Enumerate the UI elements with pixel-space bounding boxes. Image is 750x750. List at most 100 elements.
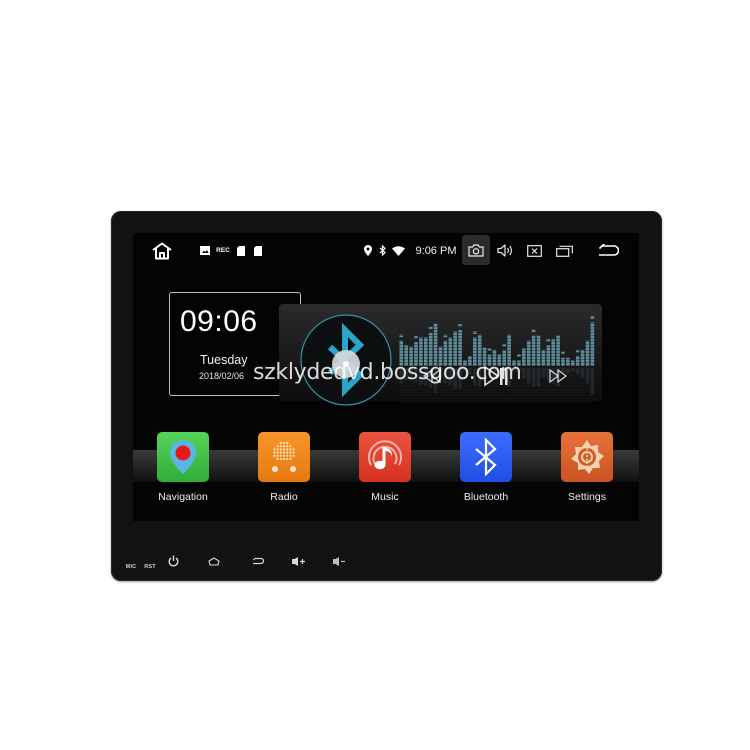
equalizer-grid-line [399, 350, 595, 351]
equalizer-grid-line [399, 335, 595, 336]
radio-dot [276, 448, 279, 451]
radio-dot [279, 445, 282, 448]
equalizer-grid-line [399, 356, 595, 357]
equalizer-grid-line [399, 323, 595, 324]
clock-day: Tuesday [200, 353, 248, 367]
app-bluetooth[interactable]: Bluetooth [451, 432, 521, 512]
equalizer-bar [522, 348, 526, 366]
back-button[interactable] [595, 233, 621, 268]
equalizer-reflection [522, 368, 526, 379]
equalizer-bar [473, 337, 477, 366]
app-music[interactable]: Music [350, 432, 420, 512]
equalizer-reflection [473, 368, 477, 386]
equalizer-grid-line [399, 395, 595, 396]
radio-dot [286, 457, 289, 461]
radio-dot [279, 451, 282, 454]
radio-dot [286, 454, 289, 457]
gallery-icon [199, 233, 211, 268]
radio-dot [279, 454, 282, 457]
volume-down-icon [333, 556, 345, 566]
equalizer-grid-line [399, 398, 595, 399]
volume-up-button[interactable] [290, 554, 308, 568]
radio-dot [279, 448, 282, 451]
volume-down-button[interactable] [331, 554, 349, 568]
app-radio[interactable]: Radio [249, 432, 319, 512]
radio-dot [282, 457, 286, 461]
equalizer-grid-line [399, 341, 595, 342]
app-navigation[interactable]: Navigation [148, 432, 218, 512]
equalizer-bar [448, 337, 453, 366]
app-label: Settings [568, 491, 606, 503]
app-label: Radio [270, 491, 298, 503]
equalizer-bar [551, 339, 555, 366]
previous-button[interactable] [421, 364, 443, 388]
app-settings[interactable]: Settings [552, 432, 622, 512]
back-icon [598, 243, 619, 256]
wifi-icon [391, 233, 405, 268]
equalizer-reflection [399, 368, 404, 384]
radio-icon [258, 432, 310, 482]
close-app-button[interactable] [525, 233, 543, 268]
equalizer-reflection [580, 368, 585, 378]
hw-home-button[interactable] [205, 554, 223, 568]
equalizer-grid-line [399, 344, 595, 345]
equalizer-grid-line [399, 338, 595, 339]
screenshot-button[interactable] [462, 235, 490, 265]
equalizer-peak [473, 331, 477, 334]
screen: REC 9:06 PM 09:06 Tuesday 2018/02/06 Nav… [133, 233, 639, 521]
radio-dot [292, 454, 295, 457]
equalizer-reflection [526, 368, 531, 384]
radio-dot [282, 448, 286, 451]
radio-dot [276, 454, 279, 457]
equalizer-grid-line [399, 362, 595, 363]
equalizer-visualizer [399, 316, 595, 402]
play-pause-button[interactable] [481, 364, 511, 388]
mic-label: MIC [125, 564, 137, 570]
radio-dot [289, 448, 292, 451]
bluetooth-icon [377, 233, 387, 268]
screenshot-icon [468, 243, 484, 257]
equalizer-bar [556, 335, 560, 366]
volume-button[interactable] [495, 233, 515, 268]
recent-apps-button[interactable] [554, 233, 574, 268]
equalizer-peak [590, 316, 595, 319]
radio-dot [286, 448, 289, 451]
rec-icon: REC [216, 247, 230, 254]
radio-dot [289, 451, 292, 454]
sd-card-icon [253, 233, 263, 268]
equalizer-bar [468, 355, 472, 366]
equalizer-reflection [443, 368, 448, 384]
radio-dot [292, 448, 295, 451]
radio-wheel [290, 466, 296, 472]
previous-icon [422, 369, 441, 383]
clock-date: 2018/02/06 [199, 371, 245, 381]
next-button[interactable] [547, 364, 569, 388]
equalizer-grid-line [399, 389, 595, 390]
home-icon [208, 556, 220, 566]
bluetooth-icon [460, 432, 512, 482]
radio-dot [279, 457, 282, 461]
hw-back-button[interactable] [249, 554, 267, 568]
radio-dot [282, 454, 286, 457]
music-widget[interactable] [279, 304, 602, 406]
radio-dot [273, 448, 276, 451]
home-icon[interactable] [149, 233, 175, 268]
radio-dot [276, 451, 279, 454]
equalizer-grid-line [399, 401, 595, 402]
bluetooth-music-disc[interactable] [300, 314, 392, 406]
equalizer-reflection [590, 368, 595, 395]
equalizer-peak [561, 351, 565, 355]
equalizer-bar [546, 345, 551, 366]
app-label: Navigation [158, 491, 208, 503]
power-button[interactable] [165, 553, 181, 569]
equalizer-bar [453, 331, 457, 366]
equalizer-grid-line [399, 332, 595, 333]
reset-button[interactable]: RST [141, 562, 159, 572]
back-icon [253, 557, 264, 565]
volume-up-icon [292, 556, 305, 566]
equalizer-grid-line [399, 359, 595, 360]
radio-dot [276, 445, 279, 448]
radio-dot [292, 451, 295, 454]
recent-apps-icon [555, 245, 573, 257]
volume-icon [496, 244, 512, 257]
